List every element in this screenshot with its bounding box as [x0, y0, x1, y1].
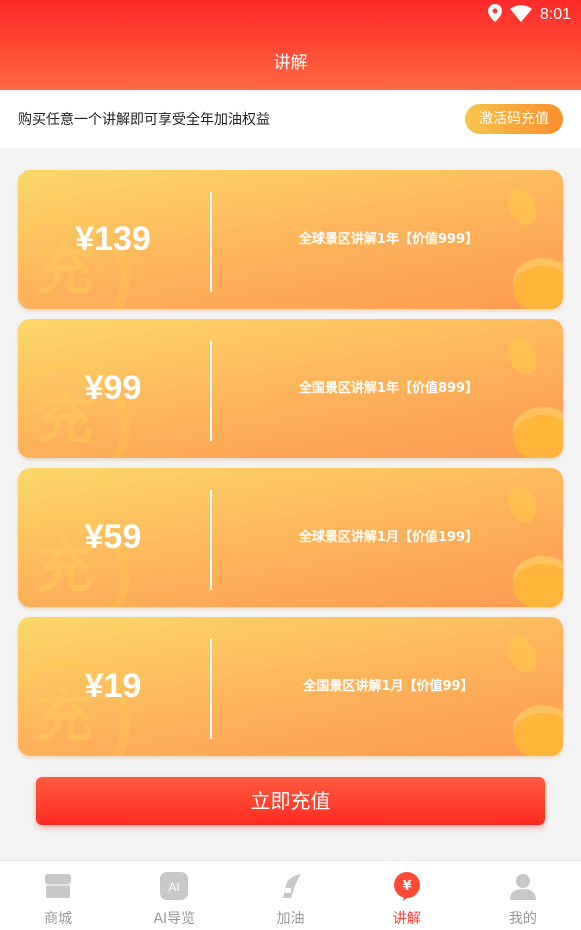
status-bar: 8:01: [0, 0, 581, 30]
tab-ai-guide[interactable]: AI AI导览: [116, 861, 232, 930]
header: 8:01 讲解: [0, 0, 581, 90]
plan-divider: [210, 341, 212, 441]
status-time: 8:01: [539, 6, 571, 23]
plan-card-139[interactable]: 充 ¥139 全球景区讲解1年【价值999】: [18, 170, 563, 309]
plan-description: 全球景区讲解1年【价值999】: [298, 232, 479, 247]
plan-divider: [210, 192, 212, 292]
location-icon: [487, 4, 502, 26]
plan-list: 充 ¥139 全球景区讲解1年【价值999】 充 ¥99 全国景区讲解1年【价值…: [18, 170, 563, 766]
ai-icon: AI: [158, 871, 190, 901]
fuel-icon: [275, 871, 307, 901]
plan-price: ¥139: [75, 220, 151, 258]
bottom-tab-bar: 商城 AI AI导览 加油 ¥ 讲解 我的: [0, 860, 581, 930]
tab-label: 讲解: [392, 911, 421, 927]
tab-label: AI导览: [153, 911, 196, 927]
shop-icon: [42, 871, 74, 901]
tab-mine[interactable]: 我的: [465, 861, 581, 930]
plan-price: ¥19: [84, 667, 142, 705]
plan-price: ¥99: [84, 369, 142, 407]
recharge-now-button[interactable]: 立即充值: [36, 777, 545, 825]
plan-description: 全国景区讲解1年【价值899】: [298, 381, 479, 396]
plan-divider: [210, 490, 212, 590]
tab-shop[interactable]: 商城: [0, 861, 116, 930]
activation-code-button[interactable]: 激活码充值: [465, 104, 563, 134]
tab-label: 商城: [44, 911, 73, 927]
yuan-badge-icon: ¥: [391, 871, 423, 901]
plan-card-19[interactable]: 充 ¥19 全国景区讲解1月【价值99】: [18, 617, 563, 756]
plan-card-59[interactable]: 充 ¥59 全球景区讲解1月【价值199】: [18, 468, 563, 607]
svg-text:¥: ¥: [402, 879, 411, 894]
status-icons: 8:01: [487, 4, 571, 26]
plan-price: ¥59: [84, 518, 142, 556]
tab-explain[interactable]: ¥ 讲解: [349, 861, 465, 930]
tab-label: 加油: [276, 911, 305, 927]
plan-description: 全球景区讲解1月【价值199】: [298, 530, 479, 545]
svg-text:AI: AI: [169, 880, 180, 894]
tab-label: 我的: [508, 911, 537, 927]
plan-divider: [210, 639, 212, 739]
wifi-icon: [509, 4, 532, 26]
page-title: 讲解: [273, 53, 308, 73]
notice-text: 购买任意一个讲解即可享受全年加油权益: [18, 112, 270, 128]
tab-fuel[interactable]: 加油: [232, 861, 348, 930]
plan-description: 全国景区讲解1月【价值99】: [303, 679, 474, 694]
notice-bar: 购买任意一个讲解即可享受全年加油权益 激活码充值: [0, 90, 581, 148]
plan-card-99[interactable]: 充 ¥99 全国景区讲解1年【价值899】: [18, 319, 563, 458]
user-icon: [507, 871, 539, 901]
